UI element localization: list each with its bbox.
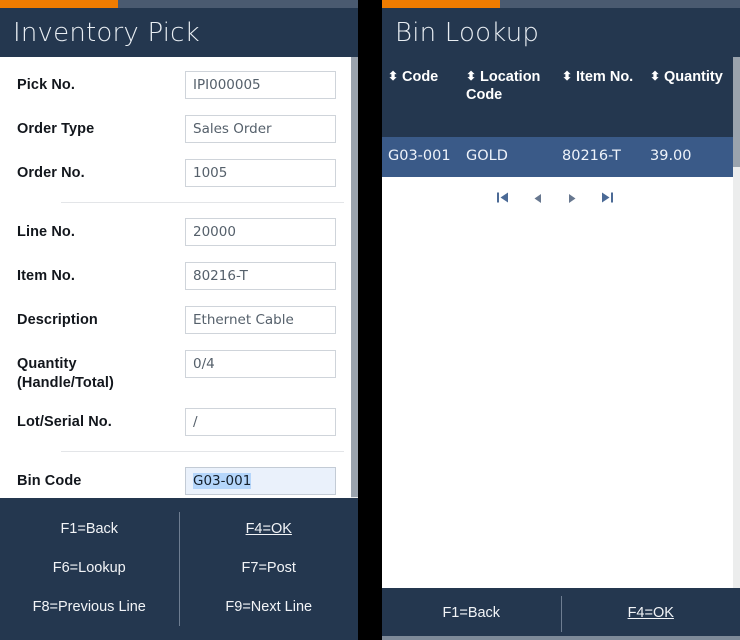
- key-f1-back-right[interactable]: F1=Back: [442, 605, 500, 622]
- last-page-icon[interactable]: [601, 191, 614, 208]
- left-progress-fill: [0, 0, 119, 8]
- column-header-quantity-label: Quantity: [664, 69, 723, 85]
- column-header-item-no[interactable]: ⬍ Item No.: [556, 57, 644, 137]
- bin-lookup-grid-wrapper: ⬍ Code ⬍ Location Code ⬍ Item No. ⬍ Quantity…: [382, 57, 740, 588]
- left-key-column-1: F1=Back F6=Lookup F8=Previous Line: [0, 498, 179, 640]
- sort-icon[interactable]: ⬍: [650, 70, 661, 82]
- label-quantity-line2: (Handle/Total): [17, 375, 114, 392]
- bin-lookup-table-body: G03-001 GOLD 80216-T 39.00: [382, 137, 740, 178]
- previous-page-icon[interactable]: [533, 193, 543, 206]
- key-f8-previous-line[interactable]: F8=Previous Line: [33, 599, 146, 616]
- field-row-pick-no: Pick No. IPI000005: [17, 71, 344, 101]
- field-row-description: Description Ethernet Cable: [17, 306, 344, 336]
- input-description[interactable]: Ethernet Cable: [185, 306, 336, 334]
- bin-lookup-scrollbar[interactable]: [733, 57, 740, 588]
- field-row-bin-code: Bin Code G03-001: [17, 466, 344, 497]
- label-description: Description: [17, 312, 98, 328]
- input-bin-code[interactable]: G03-001: [185, 466, 336, 495]
- field-row-line-no: Line No. 20000: [17, 218, 344, 248]
- key-f6-lookup[interactable]: F6=Lookup: [53, 560, 126, 577]
- right-progress-fill: [382, 0, 501, 8]
- first-page-icon[interactable]: [496, 191, 509, 208]
- key-f4-ok[interactable]: F4=OK: [246, 521, 292, 538]
- left-function-key-bar: F1=Back F6=Lookup F8=Previous Line F4=OK…: [0, 498, 358, 640]
- column-header-location-code-label: Location Code: [466, 69, 541, 103]
- input-item-no[interactable]: 80216-T: [185, 262, 336, 290]
- cell-item-no[interactable]: 80216-T: [556, 137, 644, 178]
- input-order-type[interactable]: Sales Order: [185, 115, 336, 143]
- bin-lookup-table: ⬍ Code ⬍ Location Code ⬍ Item No. ⬍ Quantity…: [382, 57, 740, 178]
- column-header-location-code[interactable]: ⬍ Location Code: [460, 57, 556, 137]
- left-progress-bar: [0, 0, 358, 8]
- sort-icon[interactable]: ⬍: [466, 70, 477, 82]
- right-keybar-bottom-accent: [382, 636, 740, 640]
- label-pick-no: Pick No.: [17, 77, 76, 93]
- right-key-column-2: F4=OK: [562, 588, 740, 640]
- field-row-order-no: Order No. 1005: [17, 159, 344, 189]
- inventory-pick-panel: Inventory Pick Pick No. IPI000005 Order …: [0, 0, 358, 640]
- column-header-code[interactable]: ⬍ Code: [382, 57, 460, 137]
- input-pick-no[interactable]: IPI000005: [185, 71, 336, 99]
- page-title: Inventory Pick: [13, 17, 200, 48]
- label-order-type: Order Type: [17, 121, 95, 137]
- field-row-order-type: Order Type Sales Order: [17, 115, 344, 145]
- input-lot-serial-no[interactable]: /: [185, 407, 336, 436]
- next-page-icon[interactable]: [567, 193, 577, 206]
- field-row-quantity: Quantity (Handle/Total) 0/4: [17, 350, 344, 394]
- table-header-row: ⬍ Code ⬍ Location Code ⬍ Item No. ⬍ Quantity: [382, 57, 740, 137]
- right-function-key-bar: F1=Back F4=OK: [382, 588, 740, 640]
- column-header-code-label: Code: [402, 69, 439, 85]
- input-line-no[interactable]: 20000: [185, 218, 336, 246]
- inventory-pick-form: Pick No. IPI000005 Order Type Sales Orde…: [0, 57, 358, 498]
- field-row-lot-serial-no: Lot/Serial No. /: [17, 407, 344, 438]
- app-screen: Inventory Pick Pick No. IPI000005 Order …: [0, 0, 740, 640]
- label-item-no: Item No.: [17, 268, 75, 284]
- field-row-item-no: Item No. 80216-T: [17, 262, 344, 292]
- right-key-column-1: F1=Back: [382, 588, 561, 640]
- section-divider-bin: [61, 450, 344, 452]
- bin-lookup-scrollbar-thumb[interactable]: [733, 57, 740, 167]
- left-form-scrollbar-thumb[interactable]: [351, 57, 358, 497]
- left-form-scrollbar[interactable]: [351, 57, 358, 498]
- table-pager: [390, 177, 720, 208]
- input-bin-code-selection: G03-001: [193, 472, 252, 489]
- cell-code[interactable]: G03-001: [382, 137, 460, 178]
- label-quantity-line1: Quantity: [17, 356, 77, 372]
- section-divider-header: [61, 202, 344, 203]
- column-header-quantity[interactable]: ⬍ Quantity: [644, 57, 740, 137]
- cell-quantity[interactable]: 39.00: [644, 137, 740, 178]
- input-order-no[interactable]: 1005: [185, 159, 336, 187]
- key-f7-post[interactable]: F7=Post: [242, 560, 296, 577]
- label-quantity: Quantity (Handle/Total): [17, 350, 185, 394]
- cell-location-code[interactable]: GOLD: [460, 137, 556, 178]
- label-bin-code: Bin Code: [17, 472, 82, 489]
- key-f9-next-line[interactable]: F9=Next Line: [225, 599, 312, 616]
- bin-lookup-title: Bin Lookup: [395, 17, 540, 48]
- inventory-pick-titlebar: Inventory Pick: [0, 8, 358, 57]
- bin-lookup-panel: Bin Lookup ⬍ Code ⬍ Location Code ⬍ Item No…: [382, 0, 740, 640]
- bin-lookup-table-head: ⬍ Code ⬍ Location Code ⬍ Item No. ⬍ Quantity: [382, 57, 740, 137]
- right-progress-bar: [382, 0, 740, 8]
- column-header-item-no-label: Item No.: [576, 69, 634, 85]
- sort-icon[interactable]: ⬍: [562, 70, 573, 82]
- table-row[interactable]: G03-001 GOLD 80216-T 39.00: [382, 137, 740, 178]
- key-f4-ok-right[interactable]: F4=OK: [628, 605, 674, 622]
- label-lot-serial-no: Lot/Serial No.: [17, 413, 112, 430]
- left-key-column-2: F4=OK F7=Post F9=Next Line: [180, 498, 359, 640]
- label-order-no: Order No.: [17, 165, 85, 181]
- label-line-no: Line No.: [17, 224, 75, 240]
- bin-lookup-titlebar: Bin Lookup: [382, 8, 740, 57]
- sort-icon[interactable]: ⬍: [388, 70, 399, 82]
- key-f1-back[interactable]: F1=Back: [60, 521, 118, 538]
- input-quantity[interactable]: 0/4: [185, 350, 336, 378]
